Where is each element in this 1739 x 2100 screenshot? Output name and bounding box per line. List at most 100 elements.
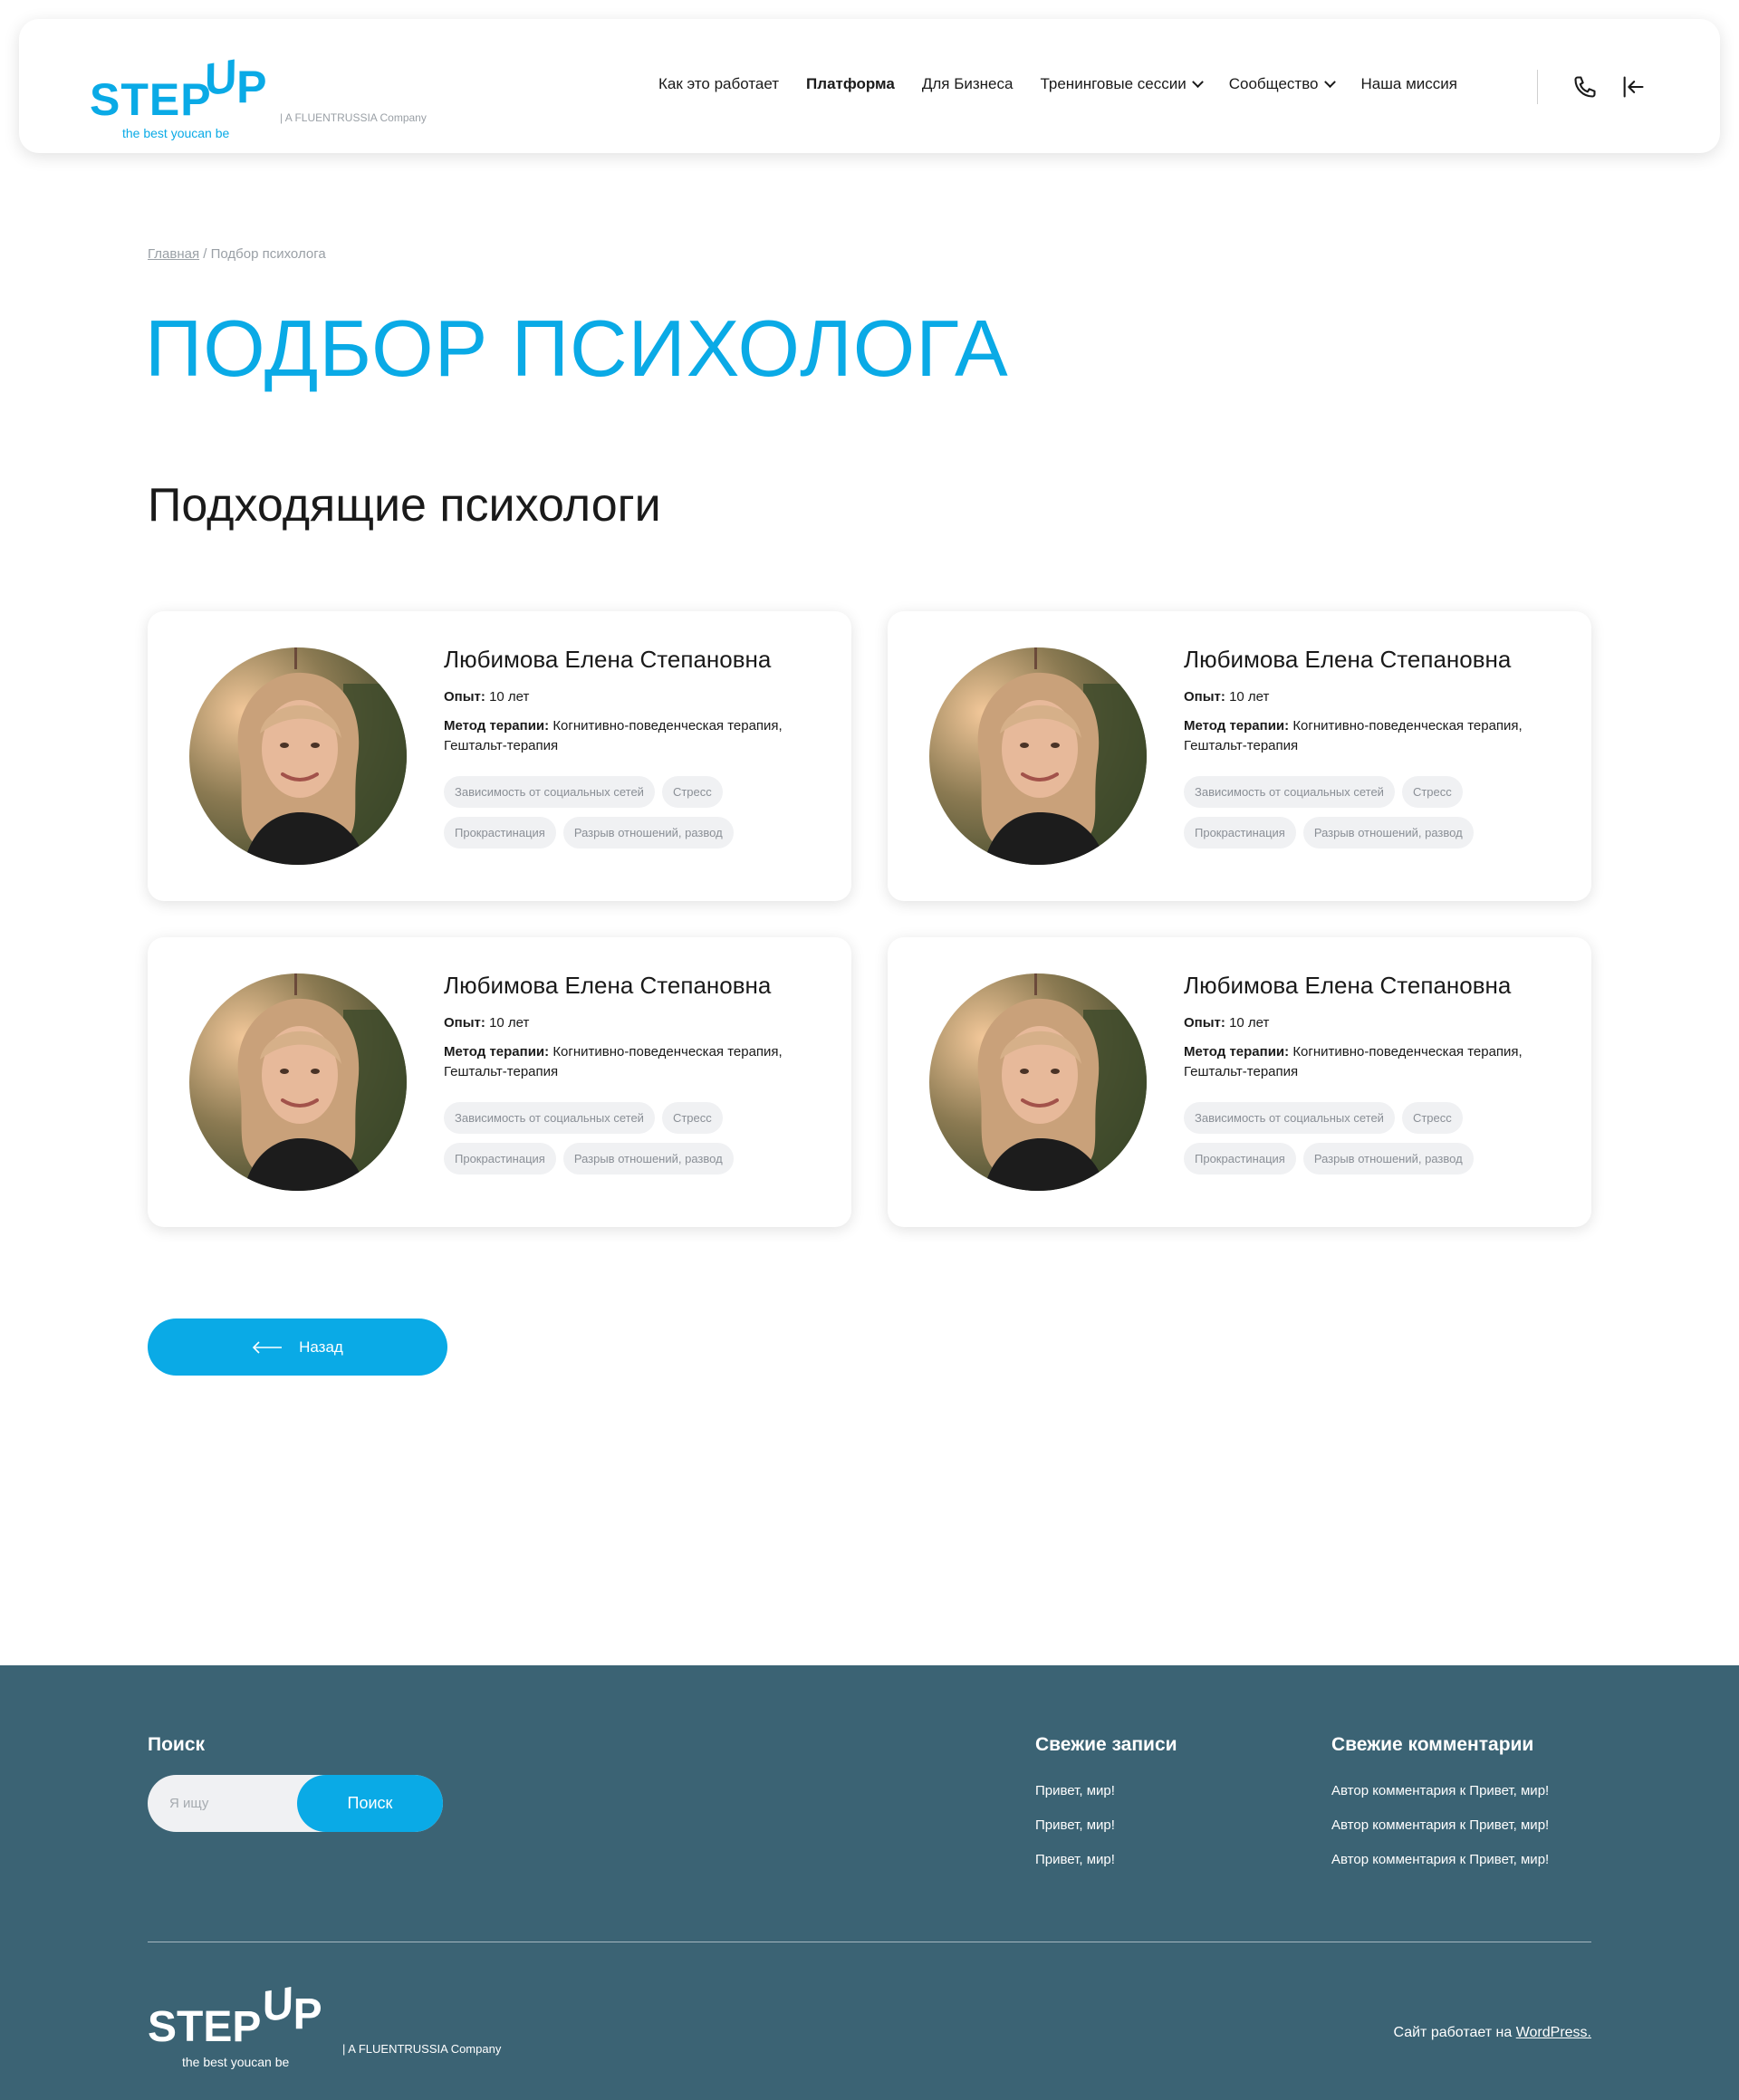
nav-item-how-it-works[interactable]: Как это работает xyxy=(658,75,779,93)
recent-comment-link[interactable]: Автор комментария к Привет, мир! xyxy=(1331,1783,1549,1798)
section-title: Подходящие психологи xyxy=(148,479,661,532)
experience-label: Опыт: xyxy=(1184,1015,1225,1031)
recent-post-link[interactable]: Привет, мир! xyxy=(1035,1852,1115,1867)
chevron-down-icon xyxy=(1323,75,1336,88)
footer-search-form: Поиск xyxy=(148,1775,443,1832)
footer-search-input[interactable] xyxy=(148,1775,302,1832)
logo-tagline: the best youcan be xyxy=(122,126,230,140)
nav-item-business[interactable]: Для Бизнеса xyxy=(922,75,1014,93)
avatar xyxy=(189,973,407,1191)
recent-post-link[interactable]: Привет, мир! xyxy=(1035,1817,1115,1833)
experience-value: 10 лет xyxy=(489,1015,530,1031)
footer-logo[interactable]: STEP UP the best youcan be | A FLUENTRUS… xyxy=(148,1975,528,2069)
site-footer: Поиск Поиск Свежие записи Привет, мир! П… xyxy=(0,1665,1739,2100)
issue-tag: Прокрастинация xyxy=(1184,1143,1296,1175)
powered-by: Сайт работает на WordPress. xyxy=(1393,2025,1591,2041)
nav-item-label: Наша миссия xyxy=(1360,75,1457,92)
issue-tag: Стресс xyxy=(661,1102,723,1134)
nav-item-label: Сообщество xyxy=(1228,75,1319,92)
recent-post-link[interactable]: Привет, мир! xyxy=(1035,1783,1115,1798)
issue-tag: Зависимость от социальных сетей xyxy=(1184,1102,1395,1134)
issue-tag: Разрыв отношений, развод xyxy=(1302,1143,1474,1175)
arrow-left-icon xyxy=(253,1340,283,1354)
issue-tags: Зависимость от социальных сетей Стресс Про… xyxy=(1184,776,1564,849)
issue-tag: Стресс xyxy=(661,776,723,808)
footer-logo-company: | A FLUENTRUSSIA Company xyxy=(342,2042,502,2056)
psychologist-card[interactable]: Любимова Елена Степановна Опыт: 10 лет М… xyxy=(148,937,851,1227)
method-line: Метод терапии: Когнитивно-поведенческая … xyxy=(1184,716,1564,756)
method-line: Метод терапии: Когнитивно-поведенческая … xyxy=(1184,1042,1564,1082)
method-line: Метод терапии: Когнитивно-поведенческая … xyxy=(444,716,824,756)
footer-logo-up: UP xyxy=(257,1979,322,2038)
avatar xyxy=(189,647,407,865)
recent-comment-link[interactable]: Автор комментария к Привет, мир! xyxy=(1331,1852,1549,1867)
breadcrumb-current: Подбор психолога xyxy=(210,246,326,262)
psychologist-photo xyxy=(929,647,1147,865)
footer-logo-tagline: the best youcan be xyxy=(182,2055,290,2069)
issue-tag: Прокрастинация xyxy=(444,1143,556,1175)
footer-search-button[interactable]: Поиск xyxy=(297,1775,443,1832)
breadcrumb-home-link[interactable]: Главная xyxy=(148,246,199,262)
psychologist-photo xyxy=(189,647,407,865)
method-label: Метод терапии: xyxy=(1184,1044,1290,1060)
footer-logo-step: STEP xyxy=(148,2003,262,2051)
site-header: STEP UP the best youcan be | A FLUENTRUS… xyxy=(19,19,1720,153)
psychologist-name[interactable]: Любимова Елена Степановна xyxy=(444,972,771,1000)
method-line: Метод терапии: Когнитивно-поведенческая … xyxy=(444,1042,824,1082)
issue-tags: Зависимость от социальных сетей Стресс Про… xyxy=(1184,1102,1564,1175)
nav-item-label: Как это работает xyxy=(658,75,780,92)
recent-comments-heading: Свежие комментарии xyxy=(1331,1734,1534,1755)
issue-tag: Стресс xyxy=(1401,776,1463,808)
experience-line: Опыт: 10 лет xyxy=(444,689,529,705)
issue-tag: Разрыв отношений, развод xyxy=(1302,817,1474,849)
phone-icon[interactable] xyxy=(1570,72,1600,102)
nav-item-platform[interactable]: Платформа xyxy=(806,75,895,93)
psychologist-card[interactable]: Любимова Елена Степановна Опыт: 10 лет М… xyxy=(888,611,1591,901)
recent-comment-link[interactable]: Автор комментария к Привет, мир! xyxy=(1331,1817,1549,1833)
psychologist-photo xyxy=(189,973,407,1191)
logo-step-text: STEP xyxy=(90,74,212,125)
avatar xyxy=(929,973,1147,1191)
psychologist-name[interactable]: Любимова Елена Степановна xyxy=(1184,972,1511,1000)
psychologist-name[interactable]: Любимова Елена Степановна xyxy=(444,646,771,674)
nav-item-training-sessions[interactable]: Тренинговые сессии xyxy=(1040,75,1204,93)
issue-tag: Прокрастинация xyxy=(444,817,556,849)
back-button[interactable]: Назад xyxy=(148,1318,447,1376)
issue-tag: Зависимость от социальных сетей xyxy=(1184,776,1395,808)
nav-item-community[interactable]: Сообщество xyxy=(1228,75,1336,93)
psychologist-photo xyxy=(929,973,1147,1191)
issue-tag: Прокрастинация xyxy=(1184,817,1296,849)
issue-tag: Зависимость от социальных сетей xyxy=(444,776,655,808)
experience-label: Опыт: xyxy=(1184,689,1225,705)
nav-item-label: Для Бизнеса xyxy=(921,75,1014,92)
avatar xyxy=(929,647,1147,865)
psychologist-card[interactable]: Любимова Елена Степановна Опыт: 10 лет М… xyxy=(888,937,1591,1227)
method-label: Метод терапии: xyxy=(1184,718,1290,734)
breadcrumb: Главная / Подбор психолога xyxy=(148,246,326,262)
experience-line: Опыт: 10 лет xyxy=(1184,689,1269,705)
login-icon[interactable] xyxy=(1618,72,1648,102)
issue-tags: Зависимость от социальных сетей Стресс Про… xyxy=(444,776,824,849)
issue-tag: Разрыв отношений, развод xyxy=(562,1143,734,1175)
method-label: Метод терапии: xyxy=(444,718,550,734)
psychologist-name[interactable]: Любимова Елена Степановна xyxy=(1184,646,1511,674)
psychologist-card[interactable]: Любимова Елена Степановна Опыт: 10 лет М… xyxy=(148,611,851,901)
breadcrumb-separator: / xyxy=(203,246,207,262)
powered-by-text: Сайт работает на xyxy=(1393,2025,1513,2040)
nav-item-mission[interactable]: Наша миссия xyxy=(1361,75,1457,93)
experience-line: Опыт: 10 лет xyxy=(444,1015,529,1031)
experience-value: 10 лет xyxy=(1229,1015,1270,1031)
experience-label: Опыт: xyxy=(444,1015,485,1031)
issue-tag: Разрыв отношений, развод xyxy=(562,817,734,849)
wordpress-link[interactable]: WordPress. xyxy=(1516,2025,1591,2040)
method-label: Метод терапии: xyxy=(444,1044,550,1060)
issue-tag: Зависимость от социальных сетей xyxy=(444,1102,655,1134)
issue-tags: Зависимость от социальных сетей Стресс Про… xyxy=(444,1102,824,1175)
chevron-down-icon xyxy=(1191,75,1204,88)
page-title: ПОДБОР ПСИХОЛОГА xyxy=(145,303,1009,393)
experience-label: Опыт: xyxy=(444,689,485,705)
logo-company: | A FLUENTRUSSIA Company xyxy=(280,111,427,124)
main-nav: Как это работает Платформа Для Бизнеса Т… xyxy=(658,75,1457,93)
nav-divider xyxy=(1537,70,1538,104)
logo-up-text: UP xyxy=(199,50,267,112)
